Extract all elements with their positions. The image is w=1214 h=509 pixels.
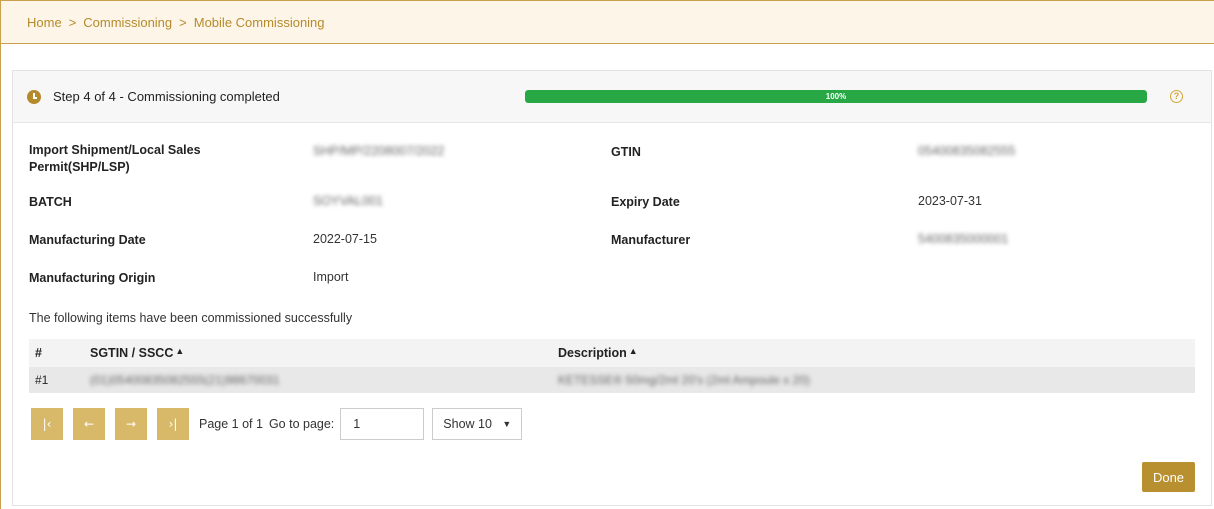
page-size-value: Show 10 bbox=[443, 417, 492, 431]
gtin-label: GTIN bbox=[611, 145, 641, 159]
pagination: |‹ ← → ›| Page 1 of 1 Go to page: Show 1… bbox=[31, 408, 523, 440]
batch-value: SOYVAL001 bbox=[313, 194, 383, 208]
commissioned-items-table: # SGTIN / SSCC ▲ Description ▲ #1 (01)0540… bbox=[29, 339, 1195, 393]
last-page-button[interactable]: ›| bbox=[157, 408, 189, 440]
breadcrumb-separator: > bbox=[179, 14, 187, 30]
manufacturer-label: Manufacturer bbox=[611, 233, 691, 247]
table-row: #1 (01)05400835082555(21)98670031 KETESS… bbox=[29, 367, 1195, 393]
clock-icon bbox=[27, 90, 41, 104]
breadcrumb-commissioning[interactable]: Commissioning bbox=[83, 15, 172, 30]
import-permit-value: SHP/MP/2208007/2022 bbox=[313, 144, 445, 158]
row-sgtin: (01)05400835082555(21)98670031 bbox=[90, 373, 280, 387]
breadcrumb: Home > Commissioning > Mobile Commission… bbox=[0, 0, 1214, 44]
import-permit-label: Import Shipment/Local Sales Permit(SHP/L… bbox=[29, 143, 201, 174]
gtin-value: 05400835082555 bbox=[918, 144, 1016, 158]
step-title: Step 4 of 4 - Commissioning completed bbox=[53, 89, 280, 104]
first-page-button[interactable]: |‹ bbox=[31, 408, 63, 440]
next-page-button[interactable]: → bbox=[115, 408, 147, 440]
breadcrumb-mobile-commissioning: Mobile Commissioning bbox=[193, 14, 325, 30]
page-size-select[interactable]: Show 10 ▼ bbox=[432, 408, 523, 440]
row-description: KETESSE® 50mg/2ml 20's (2ml Ampoule x 20… bbox=[558, 373, 810, 387]
expiry-date-label: Expiry Date bbox=[611, 195, 680, 209]
breadcrumb-home[interactable]: Home bbox=[27, 15, 62, 30]
batch-label: BATCH bbox=[29, 195, 72, 209]
row-number: #1 bbox=[35, 373, 49, 387]
column-header-number: # bbox=[35, 346, 42, 360]
description-header-label: Description bbox=[558, 346, 627, 360]
sort-up-icon[interactable]: ▲ bbox=[629, 346, 638, 356]
table-header: # SGTIN / SSCC ▲ Description ▲ bbox=[29, 339, 1195, 367]
goto-page-input[interactable] bbox=[340, 408, 425, 440]
column-header-sgtin[interactable]: SGTIN / SSCC ▲ bbox=[90, 346, 558, 360]
success-message: The following items have been commission… bbox=[29, 311, 353, 325]
manufacturer-value: 5400835000001 bbox=[918, 232, 1009, 246]
breadcrumb-separator: > bbox=[68, 14, 77, 30]
manufacturing-origin-value: Import bbox=[313, 270, 349, 284]
chevron-down-icon: ▼ bbox=[502, 419, 512, 429]
previous-page-button[interactable]: ← bbox=[73, 408, 105, 440]
sort-up-icon[interactable]: ▲ bbox=[175, 346, 184, 356]
column-header-description[interactable]: Description ▲ bbox=[558, 346, 1195, 360]
manufacturing-date-value: 2022-07-15 bbox=[313, 232, 377, 246]
progress-fill: 100% bbox=[525, 90, 1147, 103]
goto-page-label: Go to page: bbox=[268, 417, 335, 431]
manufacturing-date-label: Manufacturing Date bbox=[29, 233, 146, 247]
step-header: Step 4 of 4 - Commissioning completed 10… bbox=[13, 71, 1211, 123]
sgtin-header-label: SGTIN / SSCC bbox=[90, 346, 174, 360]
page-left-border bbox=[0, 44, 1, 509]
progress-bar: 100% bbox=[525, 90, 1147, 103]
help-icon[interactable]: ? bbox=[1170, 90, 1183, 103]
page-info: Page 1 of 1 bbox=[199, 417, 263, 431]
expiry-date-value: 2023-07-31 bbox=[918, 194, 982, 208]
manufacturing-origin-label: Manufacturing Origin bbox=[29, 271, 156, 285]
done-button[interactable]: Done bbox=[1142, 462, 1195, 492]
commissioning-card: Step 4 of 4 - Commissioning completed 10… bbox=[12, 70, 1212, 506]
